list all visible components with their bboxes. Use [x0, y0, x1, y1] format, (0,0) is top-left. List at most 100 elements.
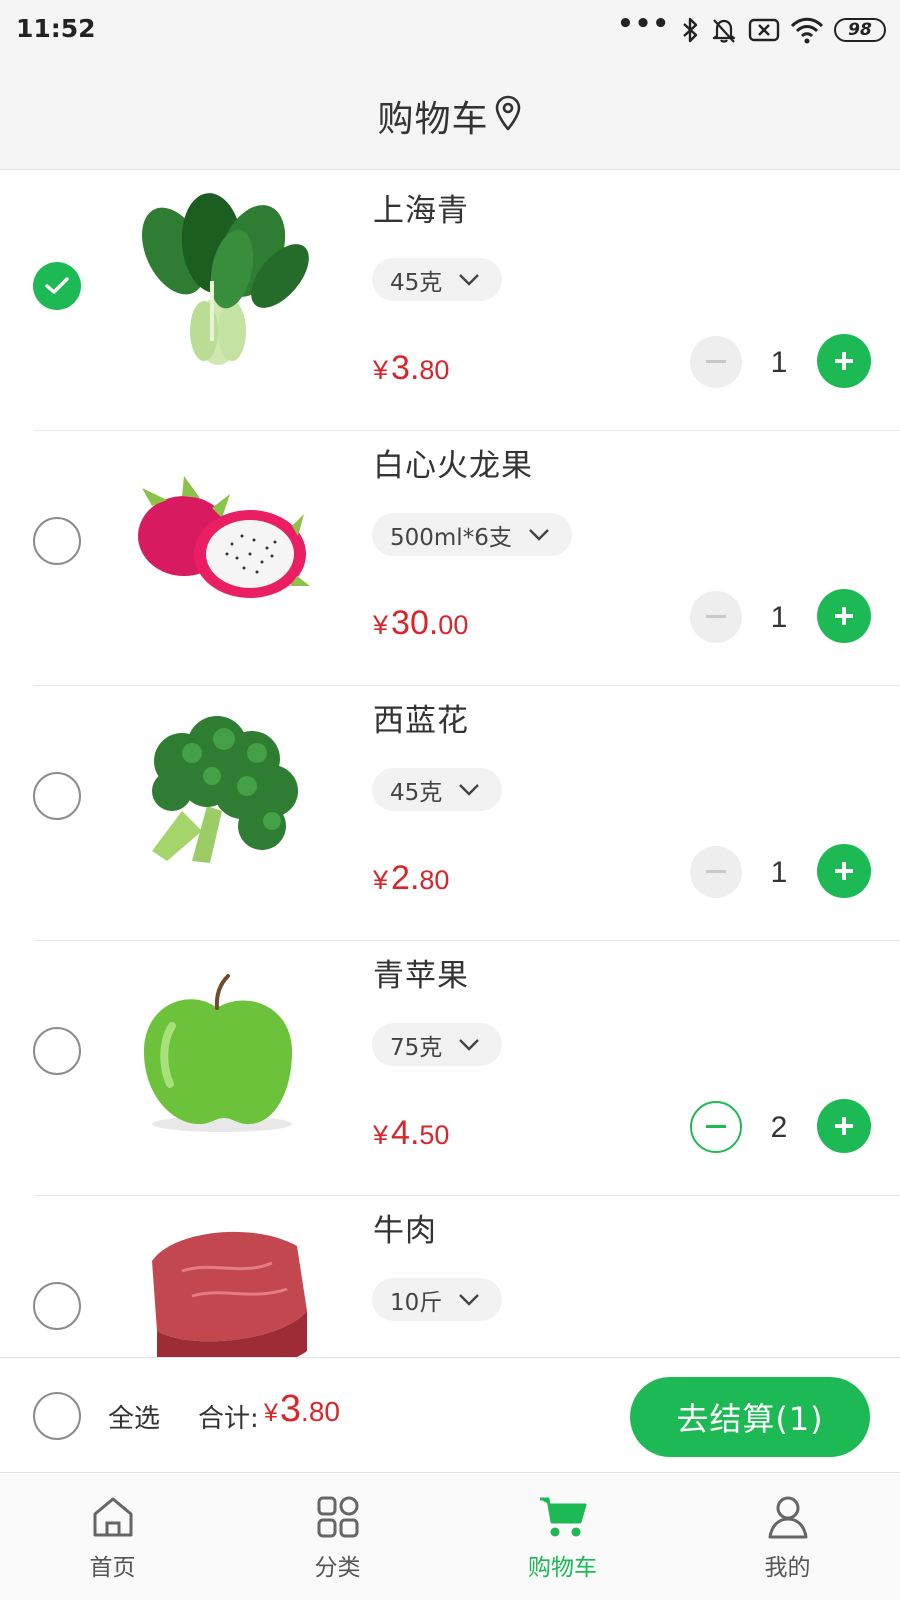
cart-icon: [539, 1497, 586, 1537]
cart-list[interactable]: 上海青 45克 ¥ 3. 80 1 白心火龙果 500ml*6支 ¥ 30. 0…: [0, 171, 900, 1357]
price-integer: 30.: [391, 604, 439, 642]
product-image[interactable]: [112, 691, 322, 901]
plus-icon: [835, 607, 853, 625]
status-icons: ••• 98: [617, 9, 886, 48]
plus-icon: [835, 352, 853, 370]
select-all-checkbox[interactable]: [33, 1392, 81, 1440]
cart-item: 青苹果 75克 ¥ 4. 50 2: [0, 936, 900, 1196]
tab-label: 我的: [764, 1555, 811, 1581]
tab-home[interactable]: 首页: [0, 1474, 225, 1600]
cart-item: 白心火龙果 500ml*6支 ¥ 30. 00 1: [0, 426, 900, 686]
spec-label: 500ml*6支: [390, 524, 512, 551]
tab-label: 购物车: [528, 1555, 597, 1581]
checkout-button[interactable]: 去结算(1): [630, 1377, 870, 1457]
no-sim-icon: [748, 18, 780, 42]
bluetooth-icon: [683, 17, 698, 43]
product-name[interactable]: 西蓝花: [373, 695, 469, 740]
product-image[interactable]: [112, 1201, 322, 1357]
chevron-down-icon: [459, 273, 480, 286]
minus-icon: [706, 360, 726, 363]
increase-quantity-button[interactable]: [817, 1099, 871, 1153]
total-label: 合计:: [198, 1404, 259, 1434]
increase-quantity-button[interactable]: [817, 589, 871, 643]
spec-label: 75克: [390, 1034, 443, 1061]
spec-label: 10斤: [390, 1289, 443, 1316]
price-decimal: 80: [419, 865, 450, 895]
price-integer: 4.: [391, 1114, 420, 1152]
currency-symbol: ¥: [373, 1120, 389, 1150]
currency-symbol: ¥: [373, 865, 389, 895]
minus-icon: [706, 870, 726, 873]
product-name[interactable]: 青苹果: [373, 950, 469, 995]
item-checkbox[interactable]: [33, 772, 81, 820]
price-integer: 2.: [391, 859, 420, 897]
product-price: ¥ 2. 80: [373, 859, 449, 898]
page-title: 购物车: [377, 98, 489, 140]
spec-selector[interactable]: 45克: [372, 768, 503, 811]
product-name[interactable]: 白心火龙果: [373, 440, 533, 485]
title-bar: 购物车: [0, 62, 900, 170]
product-image[interactable]: [112, 181, 322, 391]
status-bar: 11:52 ••• 98: [0, 0, 900, 62]
spec-label: 45克: [390, 269, 443, 296]
bottom-tab-bar: 首页 分类 购物车 我的: [0, 1474, 900, 1600]
location-pin-icon[interactable]: [493, 94, 523, 132]
item-checkbox[interactable]: [33, 262, 81, 310]
battery-icon: 98: [834, 18, 886, 42]
more-dots-icon: •••: [617, 9, 670, 39]
total-price: ¥ 3 .80: [264, 1388, 340, 1431]
item-checkbox[interactable]: [33, 517, 81, 565]
tab-cart[interactable]: 购物车: [450, 1474, 675, 1600]
quantity-value: 1: [770, 856, 788, 889]
checkmark-icon: [45, 277, 69, 294]
category-grid-icon: [317, 1496, 358, 1538]
spec-label: 45克: [390, 779, 443, 806]
decrease-quantity-button[interactable]: [690, 591, 742, 643]
product-name[interactable]: 牛肉: [373, 1205, 437, 1250]
chevron-down-icon: [459, 1038, 480, 1051]
chevron-down-icon: [459, 783, 480, 796]
product-image[interactable]: [112, 946, 322, 1156]
product-price: ¥ 4. 50: [373, 1114, 449, 1153]
product-price: ¥ 30. 00: [373, 604, 468, 643]
spec-selector[interactable]: 500ml*6支: [372, 513, 572, 556]
price-integer: 3.: [391, 349, 420, 387]
status-time: 11:52: [16, 14, 96, 43]
currency-symbol: ¥: [373, 610, 389, 640]
chevron-down-icon: [528, 528, 549, 541]
item-checkbox[interactable]: [33, 1282, 81, 1330]
wifi-icon: [790, 17, 824, 44]
home-icon: [93, 1497, 132, 1537]
spec-selector[interactable]: 75克: [372, 1023, 503, 1066]
product-price: ¥ 3. 80: [373, 349, 449, 388]
currency-symbol: ¥: [373, 355, 389, 385]
tab-label: 首页: [89, 1555, 136, 1581]
spec-selector[interactable]: 10斤: [372, 1278, 503, 1321]
increase-quantity-button[interactable]: [817, 844, 871, 898]
currency-symbol: ¥: [264, 1399, 278, 1427]
decrease-quantity-button[interactable]: [690, 1101, 742, 1153]
minus-icon: [706, 1125, 726, 1128]
total-decimal: .80: [301, 1396, 340, 1427]
cart-item: 上海青 45克 ¥ 3. 80 1: [0, 171, 900, 431]
price-decimal: 80: [419, 355, 450, 385]
spec-selector[interactable]: 45克: [372, 258, 503, 301]
bell-off-icon: [712, 19, 736, 43]
increase-quantity-button[interactable]: [817, 334, 871, 388]
price-decimal: 50: [419, 1120, 450, 1150]
tab-category[interactable]: 分类: [225, 1474, 450, 1600]
cart-item: 牛肉 10斤: [0, 1191, 900, 1357]
product-image[interactable]: [112, 436, 322, 646]
minus-icon: [706, 615, 726, 618]
product-name[interactable]: 上海青: [373, 185, 469, 230]
decrease-quantity-button[interactable]: [690, 336, 742, 388]
tab-label: 分类: [314, 1555, 361, 1581]
item-checkbox[interactable]: [33, 1027, 81, 1075]
cart-summary-bar: 全选 合计: ¥ 3 .80 去结算(1): [0, 1357, 900, 1473]
cart-item: 西蓝花 45克 ¥ 2. 80 1: [0, 681, 900, 941]
tab-profile[interactable]: 我的: [675, 1474, 900, 1600]
chevron-down-icon: [459, 1293, 480, 1306]
total-integer: 3: [279, 1388, 302, 1430]
decrease-quantity-button[interactable]: [690, 846, 742, 898]
select-all-label[interactable]: 全选: [108, 1398, 160, 1435]
